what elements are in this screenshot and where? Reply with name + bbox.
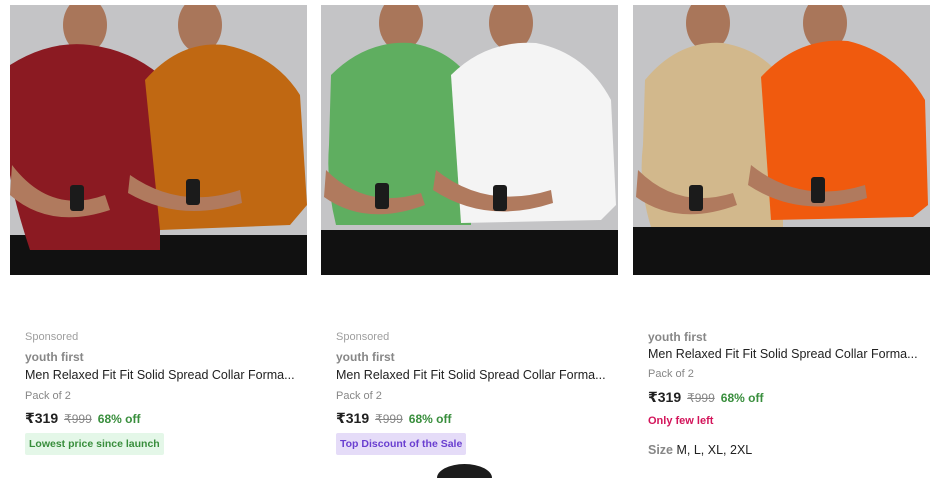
product-image[interactable] <box>10 5 307 275</box>
product-photo-two-models <box>633 5 930 275</box>
stock-warning: Only few left <box>648 415 714 427</box>
top-discount-badge: Top Discount of the Sale <box>336 433 467 455</box>
product-card-3[interactable]: youth first Men Relaxed Fit Fit Solid Sp… <box>633 0 930 478</box>
discount-percent: 68% off <box>408 412 452 426</box>
price-row: ₹319 ₹999 68% off <box>25 410 140 427</box>
brand-name: youth first <box>25 350 84 364</box>
brand-name: youth first <box>336 350 395 364</box>
product-title[interactable]: Men Relaxed Fit Fit Solid Spread Collar … <box>648 347 923 361</box>
sponsored-label: Sponsored <box>336 331 390 343</box>
product-photo-two-models <box>321 5 618 275</box>
pack-info: Pack of 2 <box>648 368 694 380</box>
pack-info: Pack of 2 <box>336 390 382 402</box>
original-price: ₹999 <box>687 391 715 405</box>
original-price: ₹999 <box>375 412 403 426</box>
shirt-left <box>10 44 160 250</box>
selling-price: ₹319 <box>648 389 682 405</box>
product-title[interactable]: Men Relaxed Fit Fit Solid Spread Collar … <box>336 368 611 382</box>
product-card-2[interactable]: Sponsored youth first Men Relaxed Fit Fi… <box>321 0 618 478</box>
size-label: Size <box>648 443 674 457</box>
selling-price: ₹319 <box>336 410 370 426</box>
price-row: ₹319 ₹999 68% off <box>648 389 763 406</box>
sponsored-label: Sponsored <box>25 331 79 343</box>
product-image[interactable] <box>321 5 618 275</box>
product-photo-two-models <box>10 5 307 275</box>
size-options: Size M, L, XL, 2XL <box>648 443 752 457</box>
product-title[interactable]: Men Relaxed Fit Fit Solid Spread Collar … <box>25 368 300 382</box>
size-list: M, L, XL, 2XL <box>676 443 753 457</box>
product-card-1[interactable]: Sponsored youth first Men Relaxed Fit Fi… <box>10 0 307 478</box>
discount-percent: 68% off <box>97 412 141 426</box>
price-row: ₹319 ₹999 68% off <box>336 410 451 427</box>
selling-price: ₹319 <box>25 410 59 426</box>
discount-percent: 68% off <box>720 391 764 405</box>
original-price: ₹999 <box>64 412 92 426</box>
brand-name: youth first <box>648 330 707 344</box>
pack-info: Pack of 2 <box>25 390 71 402</box>
lowest-price-badge: Lowest price since launch <box>25 433 164 455</box>
product-image[interactable] <box>633 5 930 275</box>
